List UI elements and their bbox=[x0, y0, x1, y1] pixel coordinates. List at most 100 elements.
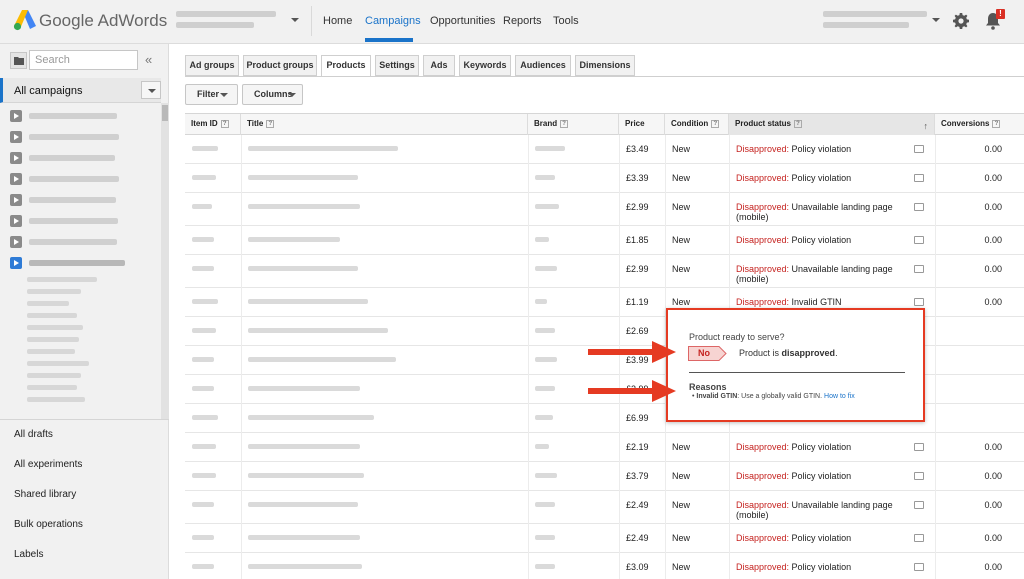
tab-audiences[interactable]: Audiences bbox=[515, 55, 571, 76]
sidebar-link-labels[interactable]: Labels bbox=[14, 549, 43, 560]
sidebar-link-bulk-operations[interactable]: Bulk operations bbox=[14, 519, 83, 530]
ad-group-item[interactable] bbox=[27, 361, 89, 366]
ad-group-item[interactable] bbox=[27, 397, 85, 402]
nav-reports[interactable]: Reports bbox=[503, 15, 542, 27]
title-cell[interactable] bbox=[248, 204, 360, 209]
filter-button[interactable]: Filter bbox=[185, 84, 238, 105]
ad-group-item[interactable] bbox=[27, 325, 83, 330]
brand-cell bbox=[535, 204, 559, 209]
table-row[interactable]: £3.79 New Disapproved: Policy violation 0.0… bbox=[185, 462, 1024, 491]
brand-cell bbox=[535, 502, 555, 507]
nav-tools[interactable]: Tools bbox=[553, 15, 579, 27]
header-item-id[interactable]: Item ID? bbox=[185, 114, 241, 135]
sidebar-scrollbar[interactable] bbox=[161, 103, 169, 419]
ad-group-item[interactable] bbox=[27, 349, 75, 354]
tab-ads[interactable]: Ads bbox=[423, 55, 455, 76]
columns-button[interactable]: Columns bbox=[242, 84, 303, 105]
comment-icon[interactable] bbox=[914, 236, 924, 244]
user-account[interactable] bbox=[823, 11, 927, 28]
nav-campaigns[interactable]: Campaigns bbox=[365, 15, 421, 27]
header-price[interactable]: Price bbox=[619, 114, 665, 135]
condition-cell: New bbox=[672, 442, 691, 452]
title-cell[interactable] bbox=[248, 357, 396, 362]
title-cell[interactable] bbox=[248, 299, 368, 304]
search-input[interactable] bbox=[29, 50, 138, 70]
ad-group-item[interactable] bbox=[27, 337, 79, 342]
ad-group-item[interactable] bbox=[27, 301, 69, 306]
title-cell[interactable] bbox=[248, 175, 358, 180]
table-row[interactable]: £2.19 New Disapproved: Policy violation 0.0… bbox=[185, 433, 1024, 462]
table-row[interactable]: £3.39 New Disapproved: Policy violation 0.0… bbox=[185, 164, 1024, 193]
header-title[interactable]: Title? bbox=[241, 114, 528, 135]
nav-opportunities[interactable]: Opportunities bbox=[430, 15, 495, 27]
table-row[interactable]: £3.09 New Disapproved: Policy violation 0.0… bbox=[185, 553, 1024, 579]
account-selector[interactable] bbox=[176, 11, 286, 28]
ad-group-item[interactable] bbox=[27, 289, 81, 294]
title-cell[interactable] bbox=[248, 237, 340, 242]
header-brand[interactable]: Brand? bbox=[528, 114, 619, 135]
help-icon[interactable]: ? bbox=[266, 119, 275, 128]
ad-group-item[interactable] bbox=[27, 277, 97, 282]
table-row[interactable]: £2.49 New Disapproved: Policy violation 0.0… bbox=[185, 524, 1024, 553]
table-row[interactable]: £1.85 New Disapproved: Policy violation 0.0… bbox=[185, 226, 1024, 255]
title-cell[interactable] bbox=[248, 535, 360, 540]
table-row[interactable]: £2.99 New Disapproved: Unavailable landing… bbox=[185, 255, 1024, 288]
title-cell[interactable] bbox=[248, 386, 360, 391]
header-conversions[interactable]: Conversions? bbox=[935, 114, 1024, 135]
campaign-icon bbox=[10, 152, 22, 164]
ad-group-item[interactable] bbox=[27, 313, 77, 318]
title-cell[interactable] bbox=[248, 415, 374, 420]
condition-cell: New bbox=[672, 173, 691, 183]
comment-icon[interactable] bbox=[914, 174, 924, 182]
chevron-down-icon[interactable] bbox=[932, 18, 940, 22]
title-cell[interactable] bbox=[248, 564, 362, 569]
tab-dimensions[interactable]: Dimensions bbox=[575, 55, 635, 76]
tab-settings[interactable]: Settings bbox=[375, 55, 419, 76]
tab-product-groups[interactable]: Product groups bbox=[243, 55, 317, 76]
title-cell[interactable] bbox=[248, 328, 388, 333]
comment-icon[interactable] bbox=[914, 443, 924, 451]
all-campaigns-item[interactable]: All campaigns bbox=[0, 78, 161, 103]
comment-icon[interactable] bbox=[914, 265, 924, 273]
comment-icon[interactable] bbox=[914, 472, 924, 480]
scrollbar-thumb[interactable] bbox=[162, 105, 168, 121]
ad-group-item[interactable] bbox=[27, 385, 77, 390]
nav-home[interactable]: Home bbox=[323, 15, 352, 27]
how-to-fix-link[interactable]: How to fix bbox=[824, 393, 855, 400]
help-icon[interactable]: ? bbox=[560, 119, 569, 128]
comment-icon[interactable] bbox=[914, 298, 924, 306]
sidebar-link-shared-library[interactable]: Shared library bbox=[14, 489, 76, 500]
header-product-status[interactable]: Product status? ↑ bbox=[729, 114, 935, 135]
title-cell[interactable] bbox=[248, 146, 398, 151]
table-row[interactable]: £3.49 New Disapproved: Policy violation 0.0… bbox=[185, 135, 1024, 164]
comment-icon[interactable] bbox=[914, 145, 924, 153]
ad-group-item[interactable] bbox=[27, 373, 81, 378]
sidebar-link-drafts[interactable]: All drafts bbox=[14, 429, 53, 440]
help-icon[interactable]: ? bbox=[711, 119, 720, 128]
tab-ad-groups[interactable]: Ad groups bbox=[185, 55, 239, 76]
tab-products[interactable]: Products bbox=[321, 55, 371, 77]
title-cell[interactable] bbox=[248, 473, 364, 478]
all-campaigns-dropdown[interactable] bbox=[141, 81, 161, 99]
comment-icon[interactable] bbox=[914, 203, 924, 211]
collapse-sidebar-button[interactable]: « bbox=[145, 52, 152, 67]
gear-icon[interactable] bbox=[953, 13, 969, 29]
chevron-down-icon[interactable] bbox=[291, 18, 299, 22]
sidebar-link-experiments[interactable]: All experiments bbox=[14, 459, 82, 470]
comment-icon[interactable] bbox=[914, 563, 924, 571]
table-row[interactable]: £2.49 New Disapproved: Unavailable landing… bbox=[185, 491, 1024, 524]
title-cell[interactable] bbox=[248, 444, 360, 449]
title-cell[interactable] bbox=[248, 502, 358, 507]
brand-cell bbox=[535, 564, 555, 569]
condition-cell: New bbox=[672, 562, 691, 572]
help-icon[interactable]: ? bbox=[992, 119, 1001, 128]
table-row[interactable]: £2.99 New Disapproved: Unavailable landing… bbox=[185, 193, 1024, 226]
comment-icon[interactable] bbox=[914, 501, 924, 509]
help-icon[interactable]: ? bbox=[220, 119, 229, 128]
folder-button[interactable] bbox=[10, 52, 27, 69]
title-cell[interactable] bbox=[248, 266, 358, 271]
help-icon[interactable]: ? bbox=[794, 119, 803, 128]
tab-keywords[interactable]: Keywords bbox=[459, 55, 511, 76]
header-condition[interactable]: Condition? bbox=[665, 114, 729, 135]
comment-icon[interactable] bbox=[914, 534, 924, 542]
